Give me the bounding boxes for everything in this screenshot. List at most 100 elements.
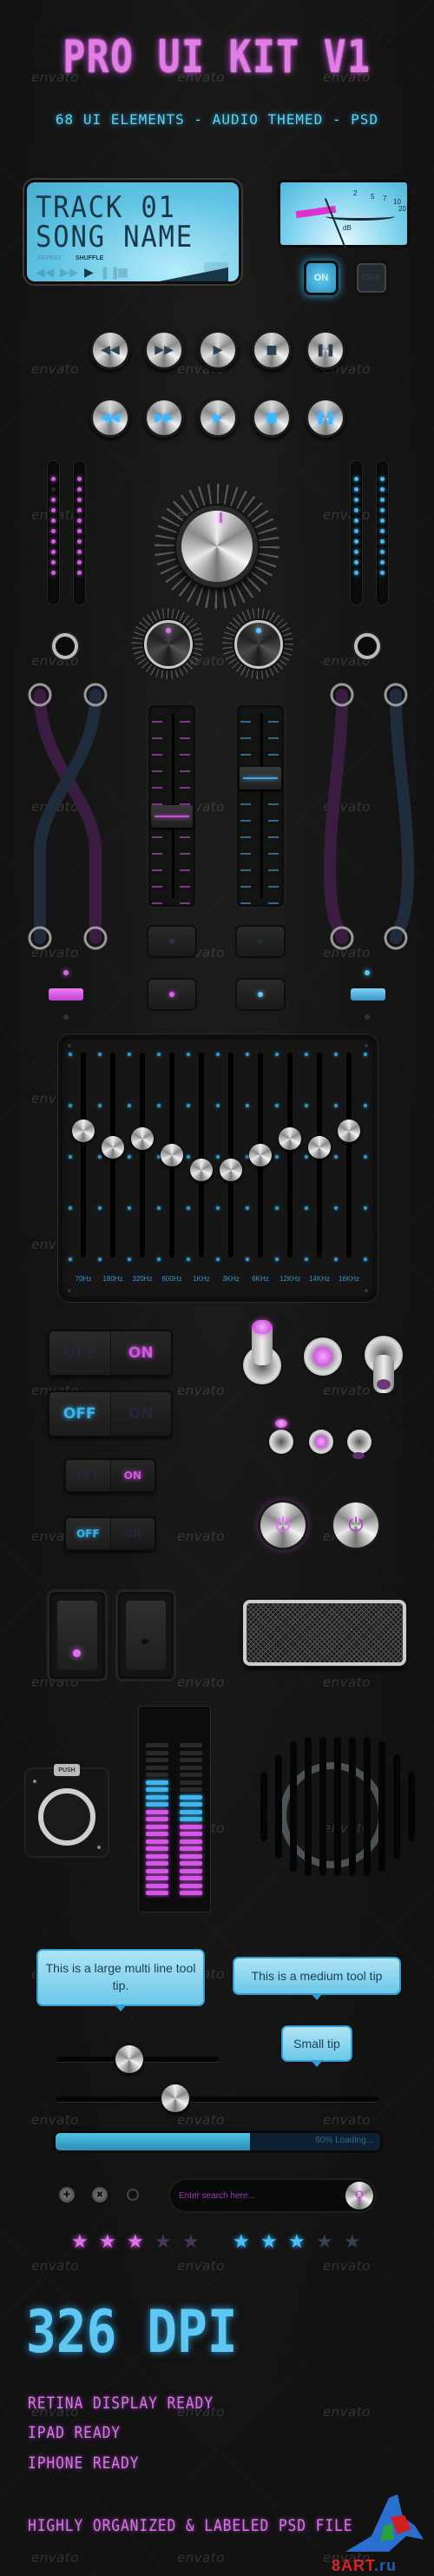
- stop-button[interactable]: ■: [252, 330, 292, 370]
- eq-slider-knob[interactable]: [161, 1144, 183, 1166]
- rocker-switch[interactable]: OFF ON: [49, 1392, 171, 1436]
- level-segment: [146, 1809, 168, 1814]
- lcd-repeat-label[interactable]: REPEAT: [37, 255, 62, 261]
- pause-button[interactable]: ❚❚: [306, 330, 345, 370]
- vent-slot: [275, 1754, 282, 1859]
- solo-button-blue[interactable]: [237, 980, 284, 1009]
- rewind-button[interactable]: ◀◀: [90, 330, 130, 370]
- mute-button-purple[interactable]: [148, 927, 195, 956]
- off-button[interactable]: OFF: [354, 261, 389, 295]
- slider-thumb[interactable]: [161, 2084, 189, 2112]
- play-button[interactable]: ▶: [198, 398, 238, 438]
- search-input[interactable]: [179, 2187, 335, 2204]
- eq-slider-knob[interactable]: [72, 1119, 95, 1142]
- slider-thumb[interactable]: [115, 2045, 143, 2073]
- volume-knob[interactable]: [176, 505, 258, 587]
- fast-forward-icon[interactable]: ▶▶: [60, 266, 79, 280]
- rating-star[interactable]: ★: [99, 2233, 116, 2252]
- eq-slider-knob[interactable]: [338, 1119, 360, 1142]
- close-icon[interactable]: ✖: [92, 2187, 108, 2203]
- fader-slot[interactable]: [260, 714, 263, 898]
- rating-star[interactable]: ★: [155, 2233, 172, 2252]
- vu-scale: [326, 212, 395, 221]
- rocker-switch[interactable]: OFF ON: [49, 1331, 171, 1375]
- eq-slider-knob[interactable]: [279, 1127, 301, 1151]
- panel-switch-off[interactable]: [118, 1592, 174, 1679]
- play-icon[interactable]: ▶: [84, 266, 94, 280]
- eq-band-label: 70Hz: [75, 1275, 92, 1283]
- power-button-on[interactable]: ⏻: [260, 1503, 306, 1548]
- mini-toggle-up[interactable]: [269, 1430, 293, 1454]
- gain-knob-purple[interactable]: [144, 620, 193, 669]
- indicator-bar-blue[interactable]: [351, 988, 385, 1001]
- fader-handle[interactable]: [240, 766, 281, 789]
- rating-star[interactable]: ★: [344, 2233, 361, 2252]
- eq-grid-dot: [275, 1053, 279, 1056]
- eq-grid-dot: [128, 1104, 131, 1107]
- rating-star[interactable]: ★: [71, 2233, 89, 2252]
- indicator-bar-purple[interactable]: [49, 988, 83, 1001]
- rating-star[interactable]: ★: [260, 2233, 278, 2252]
- eq-band-label: 3KHz: [222, 1275, 240, 1283]
- screw-head-icon[interactable]: ✚: [59, 2187, 75, 2203]
- eq-slider-knob[interactable]: [308, 1135, 331, 1159]
- play-button[interactable]: ▶: [198, 330, 238, 370]
- on-button[interactable]: ON: [304, 261, 339, 295]
- level-segment: [146, 1794, 168, 1800]
- fader-tick: [240, 820, 251, 822]
- eq-slot[interactable]: [346, 1053, 352, 1258]
- patch-cables-left: [28, 683, 108, 950]
- level-segment: [180, 1876, 202, 1880]
- fast-forward-button[interactable]: ▶▶: [144, 330, 184, 370]
- power-button-off[interactable]: ⏻: [333, 1503, 378, 1548]
- eq-slot[interactable]: [228, 1053, 233, 1258]
- level-segment: [180, 1846, 202, 1851]
- led-dot: [77, 550, 82, 554]
- level-segment: [180, 1765, 202, 1770]
- level-segment: [180, 1743, 202, 1747]
- rating-star[interactable]: ★: [127, 2233, 144, 2252]
- eq-slot[interactable]: [199, 1053, 204, 1258]
- rocker-switch[interactable]: OFF ON: [66, 1518, 155, 1549]
- speaker-grille: [243, 1600, 406, 1666]
- eq-slot[interactable]: [287, 1053, 293, 1258]
- solo-button-purple[interactable]: [148, 980, 195, 1009]
- eq-grid-dot: [334, 1258, 338, 1261]
- feature-footer: HIGHLY ORGANIZED & LABELED PSD FILE: [28, 2516, 353, 2535]
- eq-slider-knob[interactable]: [131, 1127, 154, 1151]
- slider-track-long[interactable]: [56, 2097, 378, 2102]
- volume-indicator[interactable]: [159, 268, 228, 281]
- panel-switch-on[interactable]: [49, 1592, 105, 1679]
- eq-slot[interactable]: [140, 1053, 145, 1258]
- stop-icon[interactable]: ■: [117, 266, 128, 280]
- audio-jack[interactable]: [52, 633, 78, 659]
- rewind-button[interactable]: ◀◀: [90, 398, 130, 438]
- rating-star[interactable]: ★: [233, 2233, 250, 2252]
- gain-knob-blue[interactable]: [234, 620, 283, 669]
- rating-star[interactable]: ★: [316, 2233, 333, 2252]
- eq-slider-knob[interactable]: [249, 1144, 272, 1166]
- mute-button-blue[interactable]: [237, 927, 284, 956]
- eq-slider-knob[interactable]: [190, 1158, 213, 1181]
- site-logo: 8ART.ru: [332, 2557, 397, 2575]
- lcd-shuffle-label[interactable]: SHUFFLE: [76, 255, 103, 261]
- rating-star[interactable]: ★: [288, 2233, 306, 2252]
- fader-handle[interactable]: [151, 804, 193, 828]
- audio-jack[interactable]: [354, 633, 380, 659]
- fast-forward-icon: ▶▶: [155, 411, 174, 425]
- mini-toggle-down[interactable]: [347, 1430, 372, 1454]
- eq-slider-knob[interactable]: [102, 1135, 124, 1159]
- indicator-led-purple: [63, 970, 69, 975]
- rocker-switch[interactable]: OFF ON: [66, 1460, 155, 1491]
- rewind-icon[interactable]: ◀◀: [36, 266, 55, 280]
- fast-forward-button[interactable]: ▶▶: [144, 398, 184, 438]
- xlr-connector[interactable]: PUSH: [26, 1764, 108, 1856]
- eq-slider-knob[interactable]: [220, 1158, 242, 1181]
- watermark-text: envato: [31, 2258, 79, 2274]
- pause-button[interactable]: ❚❚: [306, 398, 345, 438]
- xlr-push-tab[interactable]: PUSH: [54, 1764, 80, 1776]
- stop-button[interactable]: ■: [252, 398, 292, 438]
- rating-star[interactable]: ★: [182, 2233, 200, 2252]
- eq-slot[interactable]: [81, 1053, 86, 1258]
- search-button[interactable]: ⚲: [345, 2182, 373, 2209]
